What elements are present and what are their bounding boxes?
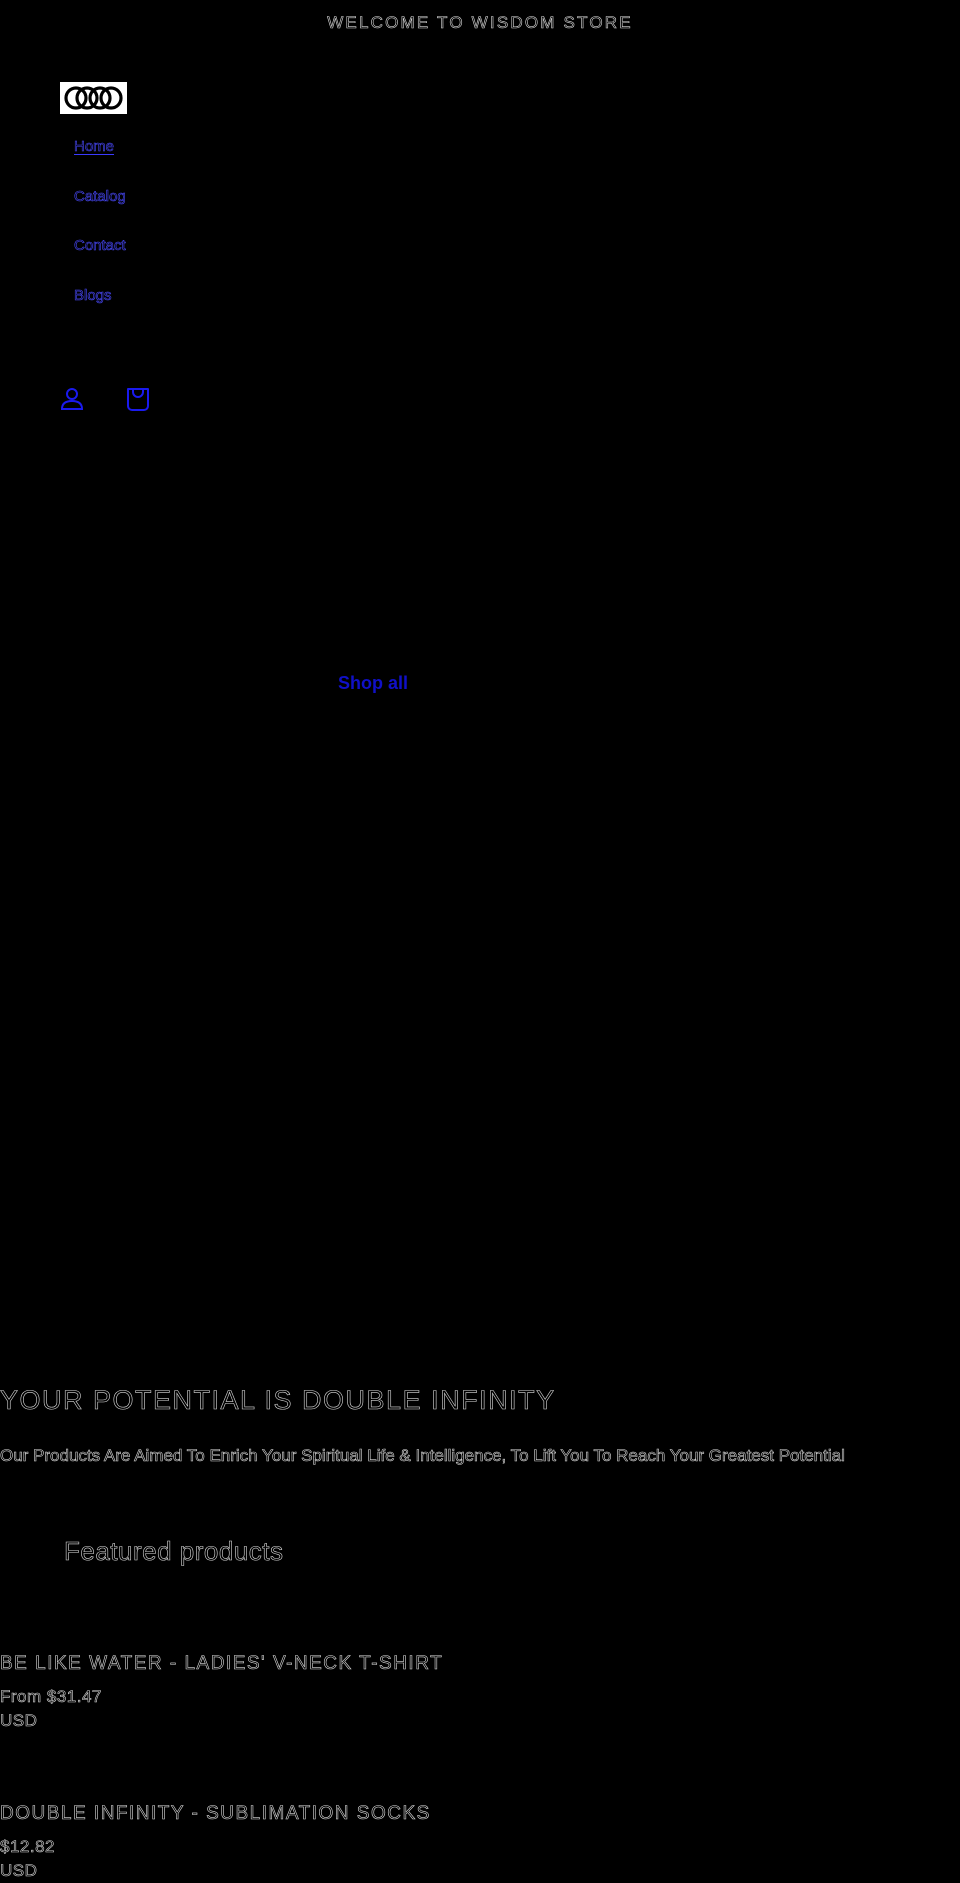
price-value: From $31.47 (0, 1687, 102, 1707)
price-currency: USD (0, 1861, 38, 1881)
price-value: $12.82 (0, 1837, 55, 1857)
main-navigation: Home Catalog Contact Blogs (74, 136, 126, 334)
cart-icon[interactable] (124, 386, 152, 414)
double-infinity-logo-icon (60, 82, 127, 114)
store-logo-link[interactable] (60, 82, 127, 114)
nav-link-blogs[interactable]: Blogs (74, 286, 112, 304)
announcement-bar: WELCOME TO WISDOM STORE (327, 13, 633, 33)
product-price: $12.82 USD (0, 1835, 960, 1883)
nav-link-home[interactable]: Home (74, 138, 115, 156)
intro-tagline: Our Products Are Aimed To Enrich Your Sp… (0, 1446, 845, 1466)
nav-link-catalog[interactable]: Catalog (74, 187, 126, 205)
intro-headline: YOUR POTENTIAL IS DOUBLE INFINITY (0, 1385, 556, 1416)
shop-all-link[interactable]: Shop all (338, 672, 408, 694)
nav-item-blogs: Blogs (74, 285, 126, 335)
featured-products-heading: Featured products (64, 1536, 284, 1567)
account-icon[interactable] (58, 386, 86, 414)
product-title-link[interactable]: DOUBLE INFINITY - SUBLIMATION SOCKS (0, 1802, 960, 1826)
nav-item-contact: Contact (74, 235, 126, 285)
header-icons (58, 386, 152, 414)
price-currency: USD (0, 1711, 38, 1731)
nav-link-contact[interactable]: Contact (74, 237, 126, 255)
nav-item-home: Home (74, 136, 126, 186)
product-card: DOUBLE INFINITY - SUBLIMATION SOCKS $12.… (0, 1802, 960, 1883)
nav-item-catalog: Catalog (74, 186, 126, 236)
product-title-link[interactable]: BE LIKE WATER - LADIES' V-NECK T-SHIRT (0, 1652, 960, 1676)
product-card: BE LIKE WATER - LADIES' V-NECK T-SHIRT F… (0, 1652, 960, 1733)
product-price: From $31.47 USD (0, 1685, 960, 1733)
